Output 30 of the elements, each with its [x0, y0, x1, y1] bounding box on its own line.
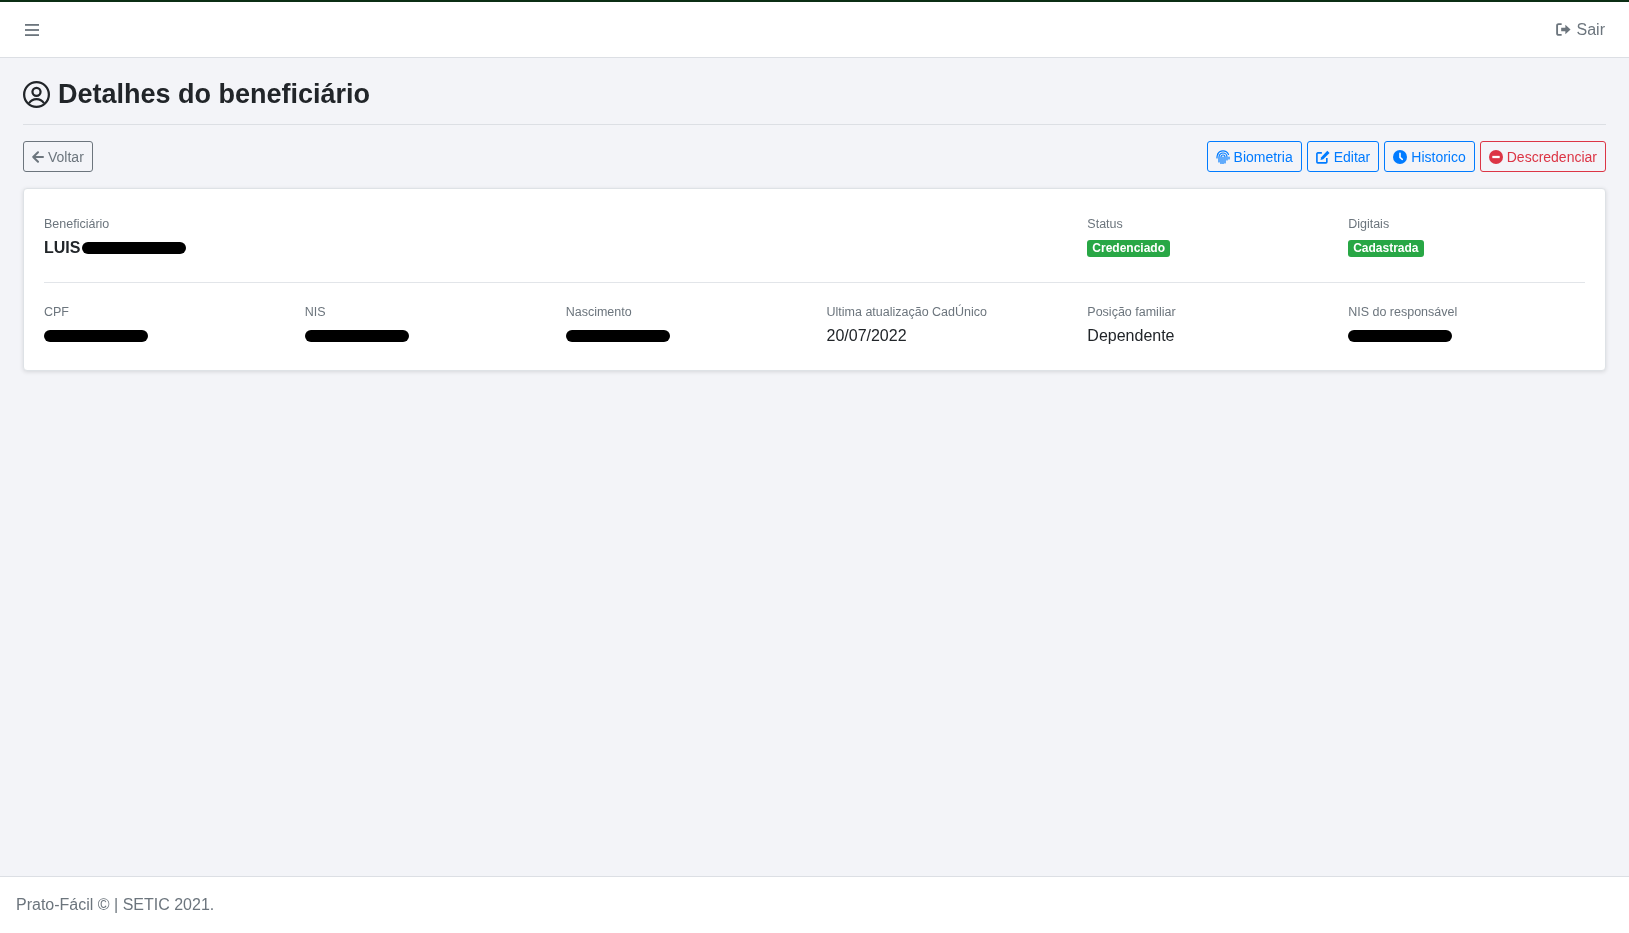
field-label: NIS do responsável: [1348, 304, 1459, 321]
field-label: Nascimento: [565, 304, 633, 321]
menu-icon[interactable]: [25, 23, 39, 36]
arrow-left-icon: [32, 150, 44, 163]
page-title: Detalhes do beneficiário: [58, 78, 371, 111]
field-label: Digitais: [1348, 216, 1391, 233]
minus-circle-icon: [1488, 149, 1503, 164]
back-button[interactable]: Voltar: [23, 141, 93, 172]
clock-icon: [1393, 149, 1408, 164]
sign-out-icon: [1555, 23, 1571, 36]
biometrics-button[interactable]: Biometria: [1206, 141, 1302, 172]
field-label: CPF: [44, 304, 70, 321]
user-circle-icon: [23, 80, 50, 108]
fingerprint-icon: [1215, 149, 1230, 164]
field-label: Ultima atualização CadÚnico: [826, 304, 988, 321]
status-badge: Credenciado: [1087, 239, 1170, 257]
edit-icon: [1315, 149, 1330, 164]
footer-text: Prato-Fácil © | SETIC 2021.: [16, 896, 215, 914]
field-value: 20/07/2022: [826, 326, 907, 346]
revoke-button[interactable]: Descredenciar: [1479, 141, 1606, 172]
status-badge: Cadastrada: [1348, 239, 1424, 257]
beneficiary-name: LUIS: [44, 238, 81, 258]
field-label: Posição familiar: [1087, 304, 1177, 321]
field-label: Status: [1087, 216, 1124, 233]
edit-button[interactable]: Editar: [1306, 141, 1380, 172]
history-button[interactable]: Historico: [1384, 141, 1475, 172]
field-label: Beneficiário: [44, 216, 111, 233]
field-label: NIS: [304, 304, 327, 321]
logout-link[interactable]: Sair: [1555, 20, 1605, 39]
field-value: Dependente: [1087, 326, 1175, 346]
